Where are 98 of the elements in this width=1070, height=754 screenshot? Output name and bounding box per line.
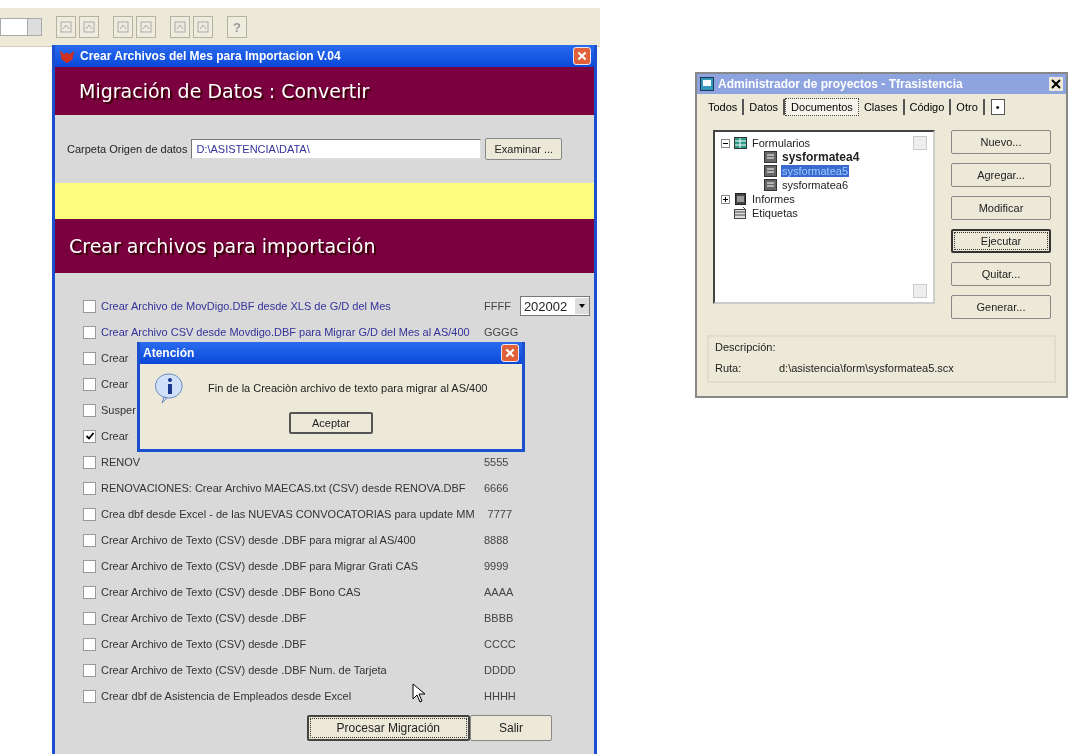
option-code: AAAA <box>484 586 514 598</box>
close-button[interactable] <box>501 344 519 362</box>
close-icon[interactable] <box>1049 77 1063 91</box>
action-button[interactable]: Modificar <box>951 196 1051 220</box>
option-code: HHHH <box>484 690 516 702</box>
form-icon <box>764 165 777 177</box>
checkbox[interactable] <box>83 663 96 677</box>
checkbox[interactable] <box>83 299 96 313</box>
option-label[interactable]: Crear Archivo de Texto (CSV) desde .DBF para Migrar Grati CAS <box>101 560 471 572</box>
form-icon <box>764 179 777 191</box>
tab[interactable]: Otro <box>951 99 985 115</box>
tab[interactable]: Todos <box>703 99 745 115</box>
option-label[interactable]: Crear <box>101 378 129 390</box>
tree-item[interactable]: Informes <box>751 193 796 205</box>
window-title: Administrador de proyectos - Tfrasistencia <box>718 77 964 91</box>
option-label[interactable]: Crear Archivo de Texto (CSV) desde .DBF <box>101 638 471 650</box>
option-label[interactable]: Susper <box>101 404 136 416</box>
option-code: 5555 <box>484 456 509 468</box>
action-button[interactable]: Salir <box>470 715 552 741</box>
action-button[interactable]: Ejecutar <box>951 229 1051 253</box>
option-label[interactable]: Crear <box>101 352 129 364</box>
option-code: 9999 <box>484 560 509 572</box>
tree-item[interactable]: Formularios <box>751 137 812 149</box>
reports-icon <box>734 193 747 205</box>
option-label[interactable]: RENOV <box>101 456 471 468</box>
option-code: FFFF <box>484 300 511 312</box>
action-button[interactable]: Quitar... <box>951 262 1051 286</box>
option-label[interactable]: Crear Archivo de MovDigo.DBF desde XLS de G/D del Mes <box>101 300 471 312</box>
form-icon <box>764 151 777 163</box>
tab[interactable]: Clases <box>858 99 905 115</box>
labels-icon <box>734 207 747 219</box>
checkbox[interactable] <box>83 403 96 417</box>
action-button[interactable]: Procesar Migración <box>306 715 470 741</box>
action-button[interactable]: Generar... <box>951 295 1051 319</box>
option-label[interactable]: RENOVACIONES: Crear Archivo MAECAS.txt (CSV) desde RENOVA.DBF <box>101 482 471 494</box>
description-label: Descripción: <box>715 341 777 355</box>
dialog-title: Atención <box>143 346 196 360</box>
checkbox[interactable] <box>83 689 96 703</box>
month-dropdown[interactable]: 202002 <box>519 296 590 316</box>
option-label[interactable]: Crear Archivo de Texto (CSV) desde .DBF Bono CAS <box>101 586 471 598</box>
forms-icon <box>734 137 747 149</box>
option-code: 6666 <box>484 482 509 494</box>
checkbox[interactable] <box>83 585 96 599</box>
window-icon <box>700 77 714 91</box>
path-label: Ruta: <box>715 362 743 376</box>
toolbar-icon[interactable] <box>193 16 213 38</box>
tab[interactable]: Código <box>904 99 952 115</box>
action-button[interactable]: Agregar... <box>951 163 1051 187</box>
option-code: DDDD <box>484 664 516 676</box>
toolbar-icon[interactable] <box>136 16 156 38</box>
close-button[interactable] <box>573 47 591 65</box>
path-value: d:\asistencia\form\sysformatea5.scx <box>779 362 955 376</box>
checkbox[interactable] <box>83 611 96 625</box>
checkbox[interactable] <box>83 455 96 469</box>
option-code: CCCC <box>484 638 516 650</box>
option-label[interactable]: Crear Archivo de Texto (CSV) desde .DBF Num. de Tarjeta <box>101 664 471 676</box>
option-code: BBBB <box>484 612 514 624</box>
tab[interactable]: Documentos <box>785 98 859 116</box>
folder-label: Carpeta Origen de datos <box>67 143 188 155</box>
checkbox[interactable] <box>83 429 96 443</box>
option-label[interactable]: Crear Archivo de Texto (CSV) desde .DBF <box>101 612 471 624</box>
checkbox[interactable] <box>83 637 96 651</box>
window-title: Crear Archivos del Mes para Importacion V.04 <box>80 49 342 63</box>
option-label[interactable]: Crear <box>101 430 129 442</box>
option-code: 8888 <box>484 534 509 546</box>
section-banner: Crear archivos para importación <box>55 219 594 273</box>
toolbar-icon[interactable] <box>79 16 99 38</box>
tree-item[interactable]: sysformatea6 <box>781 179 850 191</box>
header-banner: Migración de Datos : Convertir <box>55 67 594 115</box>
ok-button[interactable]: Aceptar <box>289 412 373 434</box>
cursor-icon <box>412 683 426 703</box>
option-code: GGGG <box>484 326 519 338</box>
folder-field[interactable]: D:\ASISTENCIA\DATA\ <box>191 139 482 159</box>
dialog-message: Fin de la Creaciòn archivo de texto para migrar al AS/400 <box>208 382 488 394</box>
checkbox[interactable] <box>83 351 96 365</box>
checkbox[interactable] <box>83 481 96 495</box>
checkbox[interactable] <box>83 507 96 521</box>
option-code: 7777 <box>487 508 513 520</box>
checkbox[interactable] <box>83 559 96 573</box>
toolbar-icon[interactable] <box>56 16 76 38</box>
toolbar-icon[interactable] <box>170 16 190 38</box>
action-button[interactable]: Nuevo... <box>951 130 1051 154</box>
more-tabs-button[interactable]: • <box>990 99 1005 115</box>
browse-button[interactable]: Examinar ... <box>485 138 563 160</box>
toolbar-icon[interactable] <box>113 16 133 38</box>
expand-icon[interactable] <box>721 194 730 204</box>
checkbox[interactable] <box>83 533 96 547</box>
info-icon <box>154 372 186 404</box>
toolbar-combo[interactable] <box>0 18 42 36</box>
option-label[interactable]: Crear dbf de Asistencia de Empleados desde Excel <box>101 690 471 702</box>
collapse-icon[interactable] <box>721 138 730 148</box>
option-label[interactable]: Crea dbf desde Excel - de las NUEVAS CONVOCATORIAS para update MM <box>101 508 475 520</box>
checkbox[interactable] <box>83 325 96 339</box>
tree-item[interactable]: Etiquetas <box>751 207 799 219</box>
option-label[interactable]: Crear Archivo de Texto (CSV) desde .DBF para migrar al AS/400 <box>101 534 471 546</box>
tree-item[interactable]: sysformatea4 <box>781 150 861 164</box>
checkbox[interactable] <box>83 377 96 391</box>
option-label[interactable]: Crear Archivo CSV desde Movdigo.DBF para Migrar G/D del Mes al AS/400 <box>101 326 471 338</box>
